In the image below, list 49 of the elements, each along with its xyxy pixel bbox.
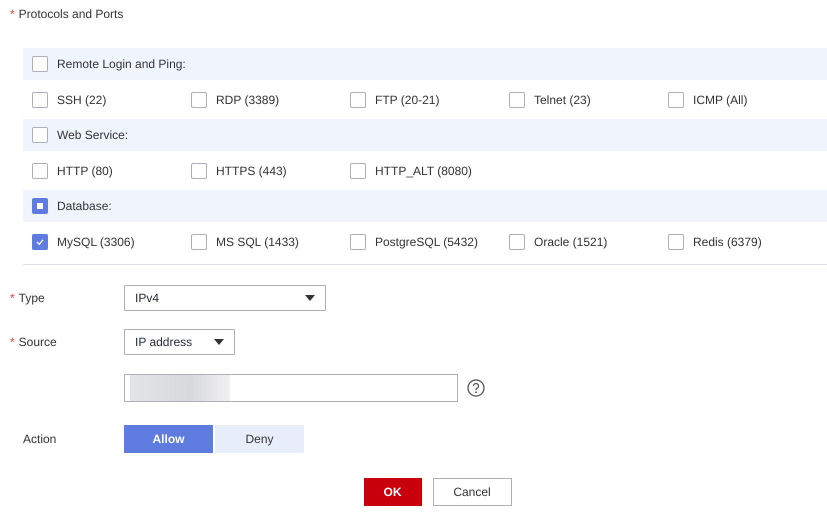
checkbox[interactable] [509, 92, 525, 108]
checkbox-label: Redis (6379) [693, 234, 762, 248]
field-label: Source [18, 335, 57, 349]
checkbox-label: MySQL (3306) [57, 234, 135, 248]
checkbox-label: PostgreSQL (5432) [375, 234, 478, 248]
checkbox-label: HTTP (80) [57, 164, 113, 178]
checkbox-label: Remote Login and Ping: [57, 57, 186, 71]
help-icon[interactable] [467, 379, 485, 397]
checkbox-label: HTTPS (443) [216, 164, 287, 178]
checkbox-label: Web Service: [57, 128, 128, 142]
ok-button[interactable]: OK [364, 478, 422, 506]
checkbox-label: Oracle (1521) [534, 234, 608, 248]
checkbox-label: Database: [57, 199, 112, 213]
required-mark: * [10, 7, 15, 21]
field-label: Protocols and Ports [18, 7, 124, 21]
checkbox[interactable] [668, 234, 684, 250]
checkbox[interactable] [350, 92, 366, 108]
checkbox[interactable] [191, 92, 207, 108]
checkbox-label: MS SQL (1433) [216, 234, 299, 248]
checkbox[interactable] [350, 234, 366, 250]
field-label: Action [23, 432, 56, 446]
checkbox-label: ICMP (All) [693, 92, 748, 106]
source-select[interactable]: IP address [124, 329, 235, 355]
checkbox[interactable] [191, 234, 207, 250]
checkbox[interactable] [32, 162, 48, 178]
checkbox[interactable] [509, 234, 525, 250]
checkbox[interactable] [32, 198, 48, 214]
checkbox[interactable] [32, 56, 48, 72]
required-mark: * [10, 291, 15, 305]
checkbox-label: Telnet (23) [534, 92, 591, 106]
toggle-option[interactable]: Deny [215, 425, 304, 453]
checkbox[interactable] [32, 234, 48, 250]
checkbox-label: HTTP_ALT (8080) [375, 164, 472, 178]
cancel-button[interactable]: Cancel [432, 478, 512, 506]
checkbox[interactable] [32, 92, 48, 108]
checkbox-label: FTP (20-21) [375, 92, 440, 106]
checkbox[interactable] [191, 162, 207, 178]
toggle-option[interactable]: Allow [124, 425, 213, 453]
caret-icon [214, 339, 224, 345]
checkbox[interactable] [350, 162, 366, 178]
address-field[interactable] [124, 374, 458, 402]
checkbox[interactable] [668, 92, 684, 108]
checkbox-label: SSH (22) [57, 92, 106, 106]
checkbox[interactable] [32, 127, 48, 143]
required-mark: * [10, 335, 15, 349]
checkbox-label: RDP (3389) [216, 92, 280, 106]
type-select[interactable]: IPv4 [124, 285, 326, 311]
field-label: Type [18, 291, 45, 305]
caret-icon [305, 295, 315, 301]
